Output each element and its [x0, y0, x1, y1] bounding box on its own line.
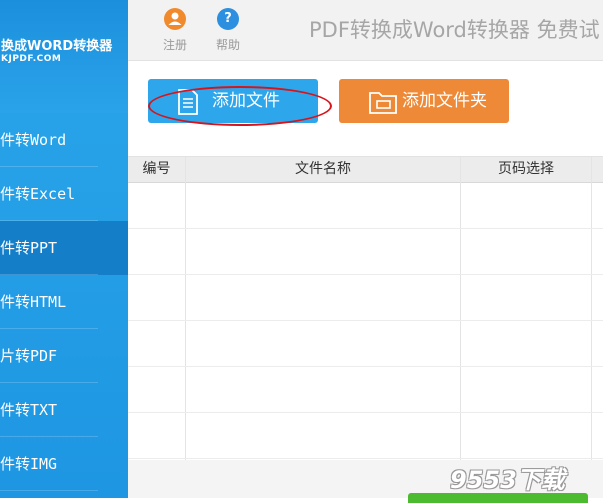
- table-row: [128, 320, 603, 321]
- sidebar-item-label: 件转Word: [0, 131, 67, 149]
- watermark: 9553下载: [450, 466, 565, 494]
- sidebar-item-label: 件转HTML: [0, 293, 67, 311]
- help-button[interactable]: ? 帮助: [208, 8, 248, 53]
- register-button[interactable]: 注册: [155, 8, 195, 53]
- folder-icon: [368, 88, 398, 132]
- logo-subtitle: KJPDF.COM: [1, 54, 62, 64]
- sidebar-item-excel[interactable]: 件转Excel: [0, 167, 128, 221]
- sidebar-item-ppt[interactable]: 件转PPT: [0, 221, 128, 275]
- add-folder-button[interactable]: 添加文件夹: [339, 79, 509, 123]
- table-row: [128, 458, 603, 459]
- sidebar-item-txt[interactable]: 件转TXT: [0, 383, 128, 437]
- sidebar-item-label: 件转PPT: [0, 239, 58, 257]
- annotation-ellipse: [148, 86, 332, 126]
- help-label: 帮助: [215, 38, 240, 52]
- column-divider: [591, 157, 592, 461]
- register-label: 注册: [162, 38, 187, 52]
- user-icon: [164, 8, 186, 30]
- column-divider: [460, 157, 461, 461]
- action-bar: 添加文件 添加文件夹: [128, 61, 603, 156]
- table-row: [128, 412, 603, 413]
- table-row: [128, 274, 603, 275]
- question-icon: ?: [217, 8, 239, 30]
- bottom-bar: 9553下载: [128, 460, 603, 503]
- table-header: 编号 文件名称 页码选择: [128, 157, 603, 183]
- sidebar-item-img[interactable]: 件转IMG: [0, 437, 128, 491]
- column-header-number: 编号: [142, 161, 171, 177]
- column-header-page-select: 页码选择: [498, 161, 554, 177]
- sidebar-item-word[interactable]: 件转Word: [0, 113, 128, 167]
- app-title: PDF转换成Word转换器 免费试: [309, 18, 600, 42]
- table-row: [128, 228, 603, 229]
- add-folder-label: 添加文件夹: [402, 91, 487, 111]
- column-divider: [185, 157, 186, 461]
- sidebar-item-pdf[interactable]: 片转PDF: [0, 329, 128, 383]
- column-header-filename: 文件名称: [295, 161, 351, 177]
- sidebar-item-label: 件转IMG: [0, 455, 58, 473]
- logo-title: 换成WORD转换器: [1, 39, 113, 54]
- sidebar-item-label: 件转TXT: [0, 401, 58, 419]
- sidebar: 换成WORD转换器 KJPDF.COM 件转Word 件转Excel 件转PPT…: [0, 0, 128, 498]
- sidebar-item-html[interactable]: 件转HTML: [0, 275, 128, 329]
- sidebar-item-label: 片转PDF: [0, 347, 58, 365]
- sidebar-item-label: 件转Excel: [0, 185, 76, 203]
- table-row: [128, 366, 603, 367]
- top-toolbar: 注册 ? 帮助 PDF转换成Word转换器 免费试: [128, 0, 603, 61]
- app-logo: 换成WORD转换器 KJPDF.COM: [0, 0, 128, 113]
- file-table: 编号 文件名称 页码选择: [128, 156, 603, 461]
